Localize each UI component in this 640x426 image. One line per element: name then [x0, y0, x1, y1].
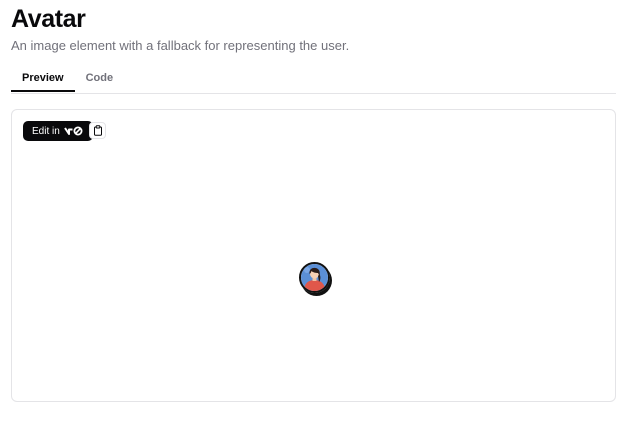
- edit-button-label: Edit in: [32, 125, 60, 137]
- page-description: An image element with a fallback for rep…: [11, 38, 350, 53]
- tab-list: Preview Code: [11, 65, 616, 94]
- page-title: Avatar: [11, 5, 86, 33]
- user-avatar-illustration: [301, 264, 328, 291]
- edit-in-v0-button[interactable]: Edit in: [23, 121, 93, 141]
- preview-panel: Edit in: [11, 109, 616, 402]
- copy-code-button[interactable]: [89, 122, 106, 139]
- tab-preview[interactable]: Preview: [11, 65, 75, 92]
- avatar: [299, 262, 330, 293]
- tab-code[interactable]: Code: [75, 65, 125, 92]
- clipboard-icon: [93, 125, 103, 136]
- v0-logo-icon: [63, 126, 84, 136]
